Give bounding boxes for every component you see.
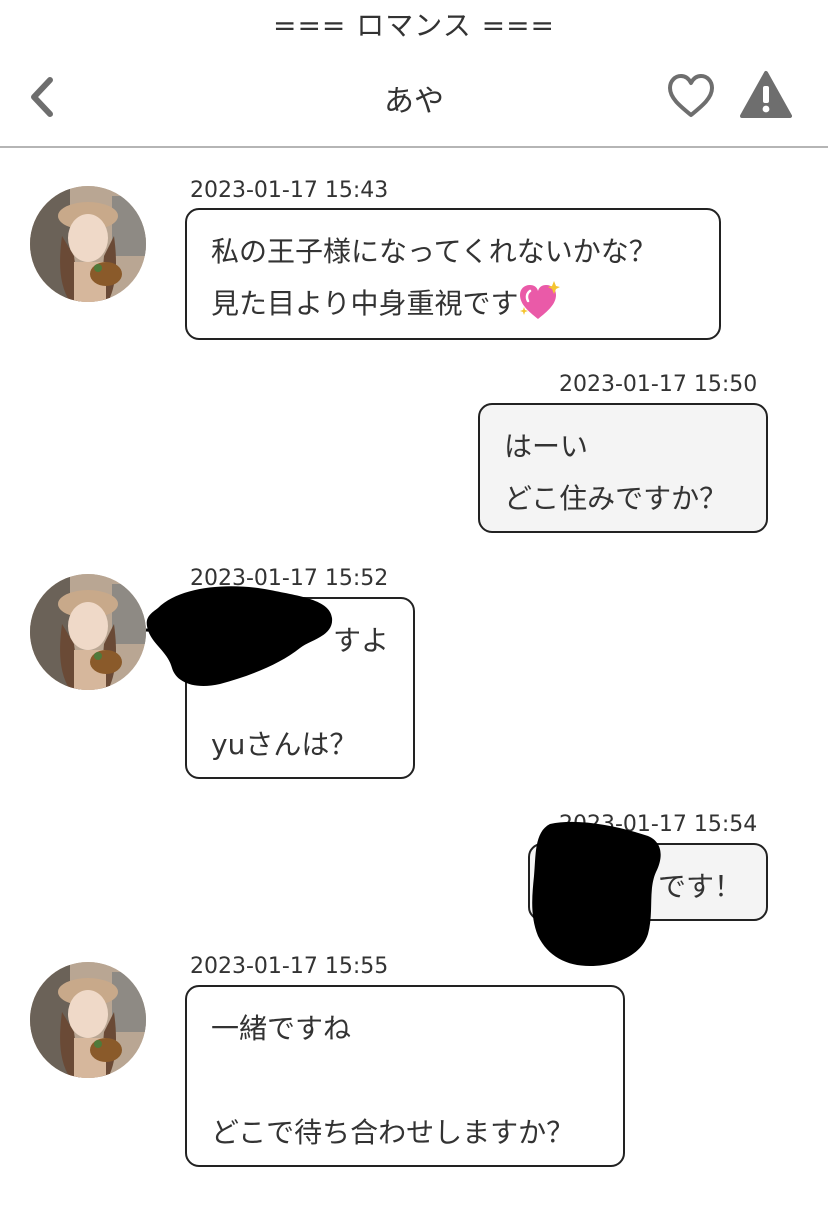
message-bubble-partner: 私の王子様になってくれないかな？ 見た目より中身重視です bbox=[185, 208, 721, 340]
redaction-scribble bbox=[145, 586, 333, 687]
chat-header: あや bbox=[0, 50, 828, 148]
report-button[interactable] bbox=[740, 70, 792, 120]
message-timestamp: 2023-01-17 15:50 bbox=[559, 372, 758, 397]
message-bubble-partner: 一緒ですね どこで待ち合わせしますか？ bbox=[185, 985, 625, 1167]
message-line bbox=[211, 1055, 599, 1107]
sparkling-heart-icon bbox=[520, 281, 561, 319]
message-line: yuさんは？ bbox=[211, 728, 358, 761]
message-line: どこで待ち合わせしますか？ bbox=[211, 1116, 575, 1149]
redaction-scribble bbox=[532, 821, 661, 966]
message-line: 一緒ですね bbox=[211, 1012, 352, 1045]
partner-avatar[interactable] bbox=[30, 574, 146, 690]
heart-outline-icon bbox=[668, 74, 714, 117]
chevron-left-icon bbox=[31, 77, 53, 117]
message-bubble-me: はーい どこ住みですか？ bbox=[478, 403, 768, 533]
partner-avatar[interactable] bbox=[30, 186, 146, 302]
warning-triangle-icon bbox=[740, 71, 792, 118]
message-line: 私の王子様になってくれないかな？ bbox=[211, 235, 657, 268]
message-line: はーい bbox=[504, 430, 589, 463]
partner-avatar[interactable] bbox=[30, 962, 146, 1078]
message-line: どこ住みですか？ bbox=[504, 482, 728, 515]
app-banner: === ロマンス === bbox=[272, 9, 555, 42]
message-timestamp: 2023-01-17 15:43 bbox=[190, 178, 389, 203]
back-button[interactable] bbox=[22, 72, 66, 122]
message-timestamp: 2023-01-17 15:55 bbox=[190, 954, 389, 979]
message-line: 見た目より中身重視です bbox=[211, 287, 519, 320]
favorite-button[interactable] bbox=[666, 72, 716, 120]
